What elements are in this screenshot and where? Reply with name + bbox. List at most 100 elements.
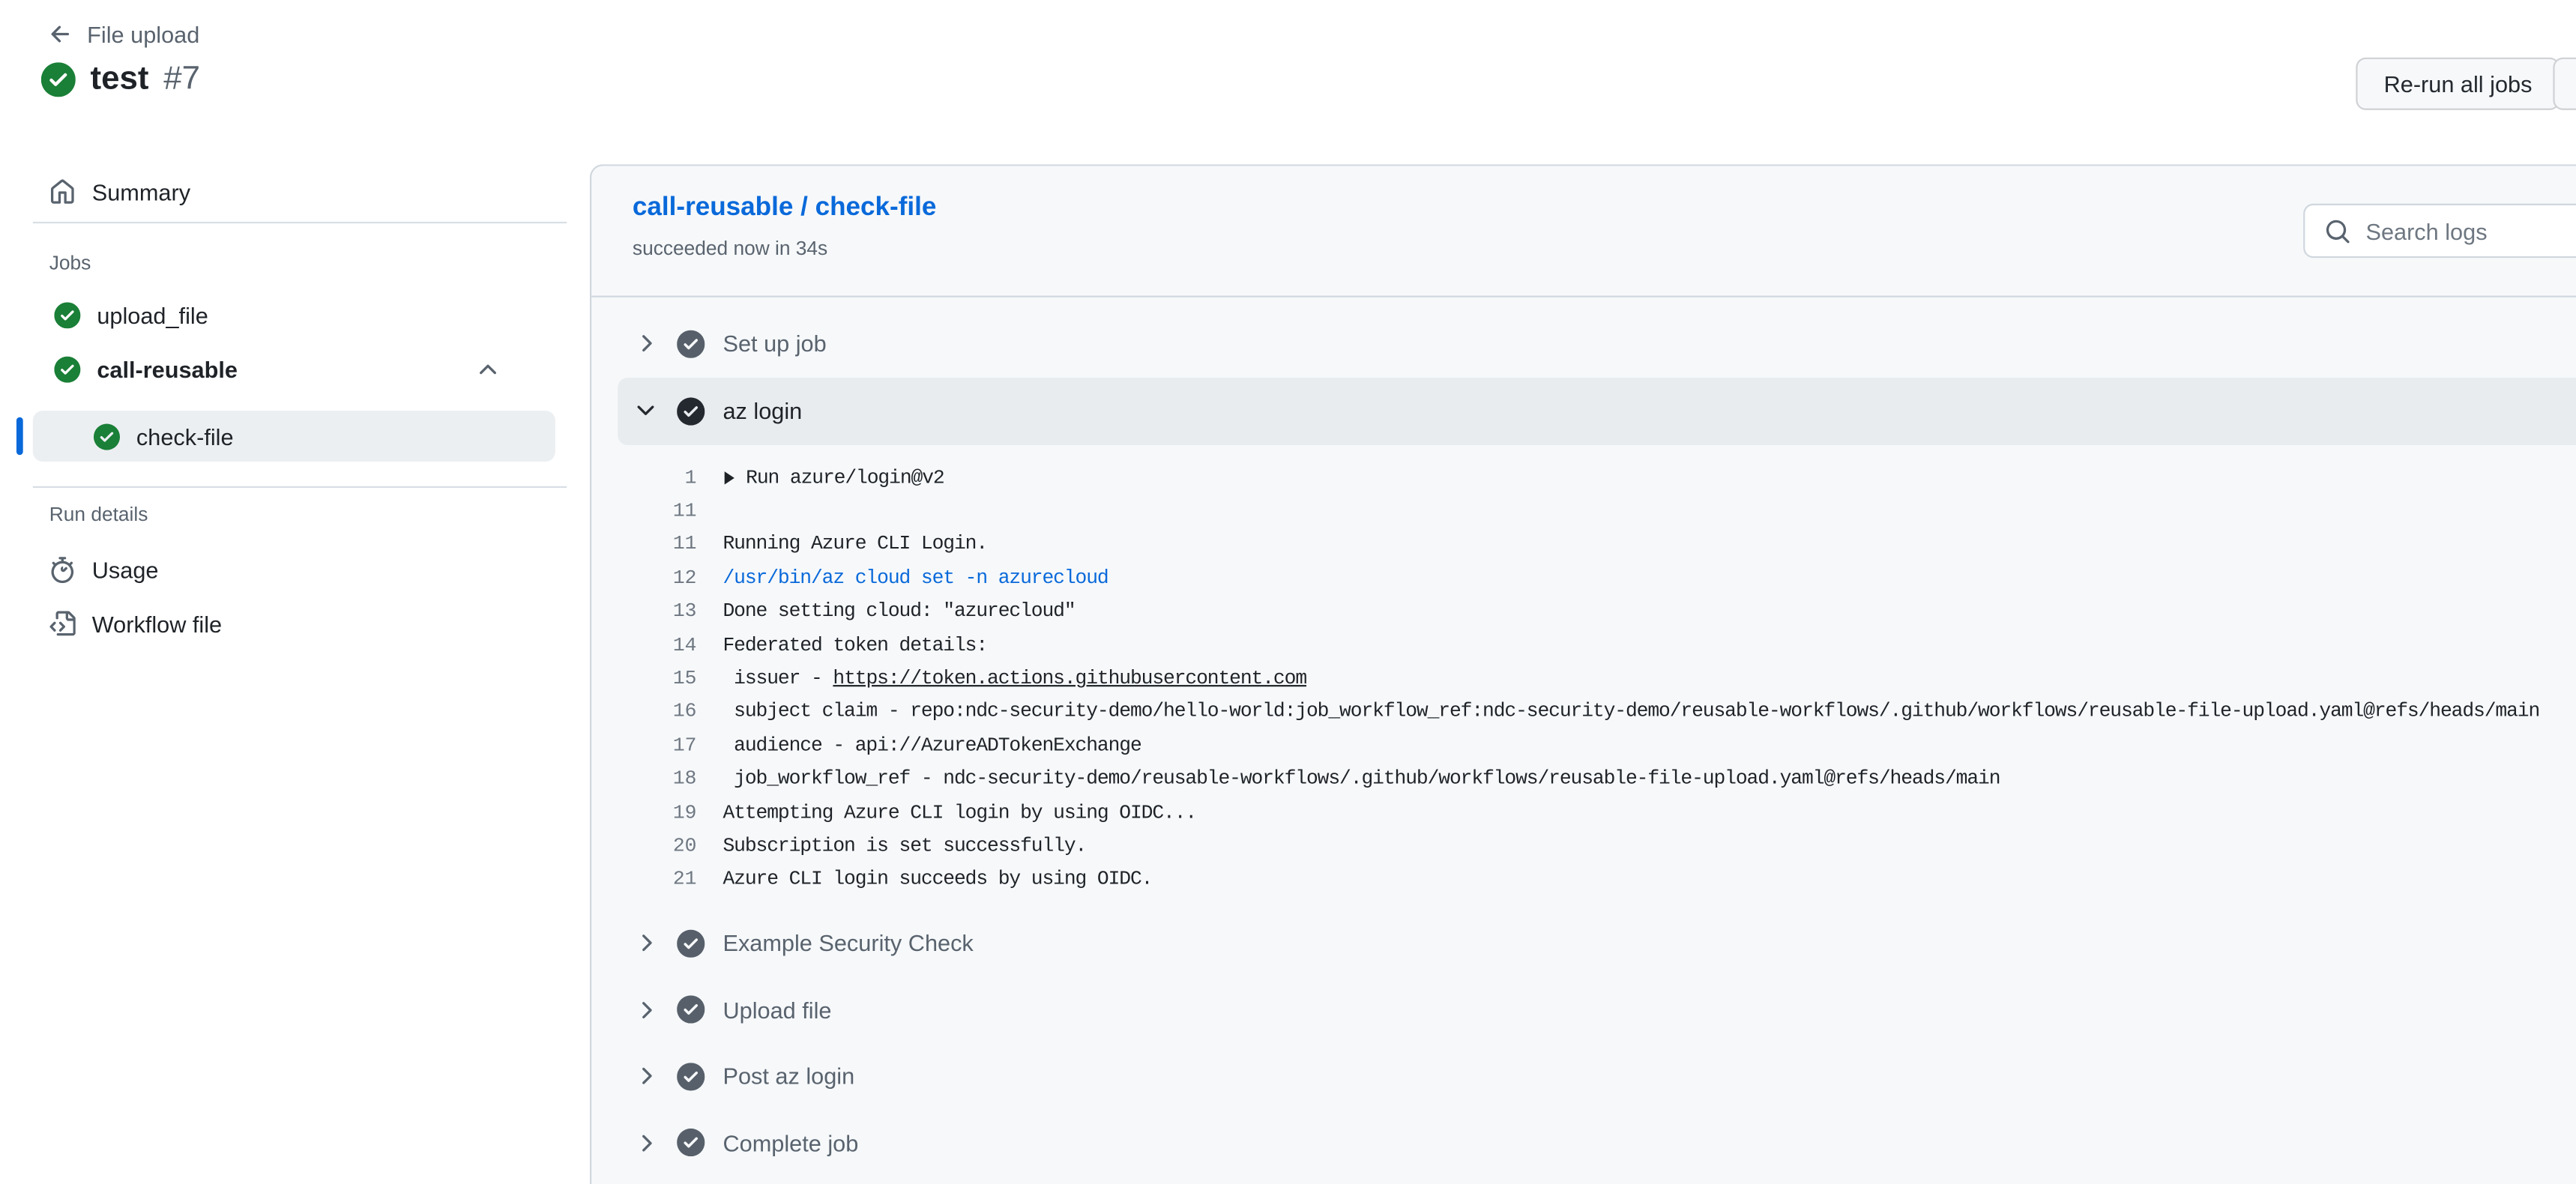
back-link-label: File upload — [87, 21, 199, 47]
step-row-example-security-check[interactable]: Example Security Check — [591, 910, 2576, 976]
sidebar-job-upload-file[interactable]: upload_file — [0, 296, 579, 336]
step-success-check-icon — [677, 1063, 705, 1090]
partial-edge-button[interactable] — [2553, 58, 2576, 110]
run-details-section-header: Run details — [49, 503, 148, 526]
line-number[interactable]: 20 — [633, 830, 696, 863]
sidebar-divider — [33, 486, 567, 488]
line-number[interactable]: 21 — [633, 863, 696, 897]
sidebar-workflow-file-label: Workflow file — [92, 611, 222, 637]
step-label: az login — [723, 398, 802, 424]
az-login-log-block: 1Run azure/login@v2 11 11Running Azure C… — [591, 461, 2576, 896]
step-success-check-icon — [677, 330, 705, 357]
run-title: test #7 — [41, 61, 200, 98]
chevron-right-icon — [633, 997, 659, 1023]
line-number[interactable]: 1 — [633, 461, 696, 495]
step-label: Upload file — [723, 997, 831, 1023]
chevron-right-icon — [633, 1063, 659, 1090]
line-number[interactable]: 14 — [633, 629, 696, 662]
log-text: job_workflow_ref - ndc-security-demo/reu… — [723, 763, 2000, 797]
issuer-url-link[interactable]: https://token.actions.githubusercontent.… — [833, 662, 1306, 695]
step-success-check-icon — [677, 1129, 705, 1157]
sidebar-usage-label: Usage — [92, 557, 159, 583]
steps-list: Set up job az login 1Run azure/login@v2 … — [591, 297, 2576, 1177]
line-number[interactable]: 16 — [633, 695, 696, 729]
run-name: test — [91, 61, 149, 98]
log-line: 11 — [591, 495, 2576, 528]
log-search-box[interactable] — [2303, 204, 2576, 258]
line-number[interactable]: 13 — [633, 595, 696, 629]
rerun-all-jobs-button[interactable]: Re-run all jobs — [2356, 58, 2560, 110]
step-success-check-icon — [677, 996, 705, 1024]
sidebar-item-summary[interactable]: Summary — [0, 172, 579, 212]
line-number[interactable]: 19 — [633, 796, 696, 830]
log-line: 11 Running Azure CLI Login. — [591, 528, 2576, 562]
jobs-section-header: Jobs — [49, 251, 91, 274]
step-success-check-icon — [677, 929, 705, 957]
sidebar-divider — [33, 222, 567, 223]
search-logs-input[interactable] — [2365, 217, 2576, 244]
log-line: 20 Subscription is set successfully. — [591, 830, 2576, 863]
log-line: 15 issuer - https://token.actions.github… — [591, 662, 2576, 695]
line-number[interactable]: 18 — [633, 763, 696, 797]
line-number[interactable]: 11 — [633, 495, 696, 528]
log-line: 21Azure CLI login succeeds by using OIDC… — [591, 863, 2576, 897]
sidebar-job-label: call-reusable — [97, 357, 238, 383]
step-label: Example Security Check — [723, 930, 973, 956]
log-text: Federated token details: — [723, 629, 987, 662]
step-label: Set up job — [723, 330, 826, 357]
chevron-up-icon[interactable] — [474, 357, 501, 383]
line-number[interactable]: 12 — [633, 561, 696, 595]
home-icon — [49, 179, 76, 205]
file-code-icon — [49, 611, 76, 637]
log-line: 14 Federated token details: — [591, 629, 2576, 662]
chevron-right-icon — [633, 1130, 659, 1156]
sidebar-item-usage[interactable]: Usage — [0, 550, 579, 590]
sidebar-job-label: upload_file — [97, 302, 208, 328]
step-row-set-up-job[interactable]: Set up job — [591, 310, 2576, 377]
log-text: Subscription is set successfully. — [723, 830, 1086, 863]
step-row-complete-job[interactable]: Complete job — [591, 1110, 2576, 1177]
sidebar-summary-label: Summary — [92, 179, 190, 205]
job-success-check-icon — [54, 302, 80, 328]
job-success-check-icon — [54, 357, 80, 383]
group-triangle-icon[interactable] — [725, 471, 735, 485]
log-line: 18 job_workflow_ref - ndc-security-demo/… — [591, 763, 2576, 797]
log-text: audience - api://AzureADTokenExchange — [723, 729, 1141, 763]
chevron-down-icon — [633, 398, 659, 424]
sidebar-job-check-file-selected[interactable]: check-file — [33, 411, 555, 462]
back-to-workflow-link[interactable]: File upload — [48, 21, 200, 47]
log-text: Done setting cloud: "azurecloud" — [723, 595, 1075, 629]
step-row-az-login[interactable]: az login — [618, 377, 2576, 444]
job-title-link[interactable]: call-reusable / check-file — [633, 194, 936, 223]
search-icon — [2325, 217, 2351, 244]
step-success-check-icon — [677, 397, 705, 425]
log-line: 16 subject claim - repo:ndc-security-dem… — [591, 695, 2576, 729]
log-text: Running Azure CLI Login. — [723, 528, 987, 562]
workflow-run-page: File upload test #7 Re-run all jobs Summ… — [0, 0, 2576, 1184]
log-line: 17 audience - api://AzureADTokenExchange — [591, 729, 2576, 763]
chevron-right-icon — [633, 330, 659, 357]
log-command-text: /usr/bin/az cloud set -n azurecloud — [723, 561, 1108, 595]
log-line: 12/usr/bin/az cloud set -n azurecloud — [591, 561, 2576, 595]
job-log-panel: call-reusable / check-file succeeded now… — [590, 164, 2576, 1184]
arrow-left-icon — [48, 21, 74, 47]
run-number: #7 — [163, 61, 200, 98]
log-line: 13 Done setting cloud: "azurecloud" — [591, 595, 2576, 629]
log-text: Attempting Azure CLI login by using OIDC… — [723, 796, 1196, 830]
chevron-right-icon — [633, 930, 659, 956]
step-row-upload-file[interactable]: Upload file — [591, 976, 2576, 1043]
step-row-post-az-login[interactable]: Post az login — [591, 1043, 2576, 1110]
line-number[interactable]: 17 — [633, 729, 696, 763]
selected-item-accent-bar — [16, 417, 23, 455]
line-number[interactable]: 15 — [633, 662, 696, 695]
job-panel-header: call-reusable / check-file succeeded now… — [591, 166, 2576, 297]
line-number[interactable]: 11 — [633, 528, 696, 562]
log-line: 19 Attempting Azure CLI login by using OI… — [591, 796, 2576, 830]
stopwatch-icon — [49, 557, 76, 583]
run-success-check-icon — [41, 62, 76, 97]
step-label: Post az login — [723, 1063, 854, 1090]
sidebar-job-call-reusable[interactable]: call-reusable — [0, 350, 579, 390]
log-text: issuer - — [723, 662, 833, 695]
step-label: Complete job — [723, 1130, 858, 1156]
sidebar-item-workflow-file[interactable]: Workflow file — [0, 605, 579, 644]
